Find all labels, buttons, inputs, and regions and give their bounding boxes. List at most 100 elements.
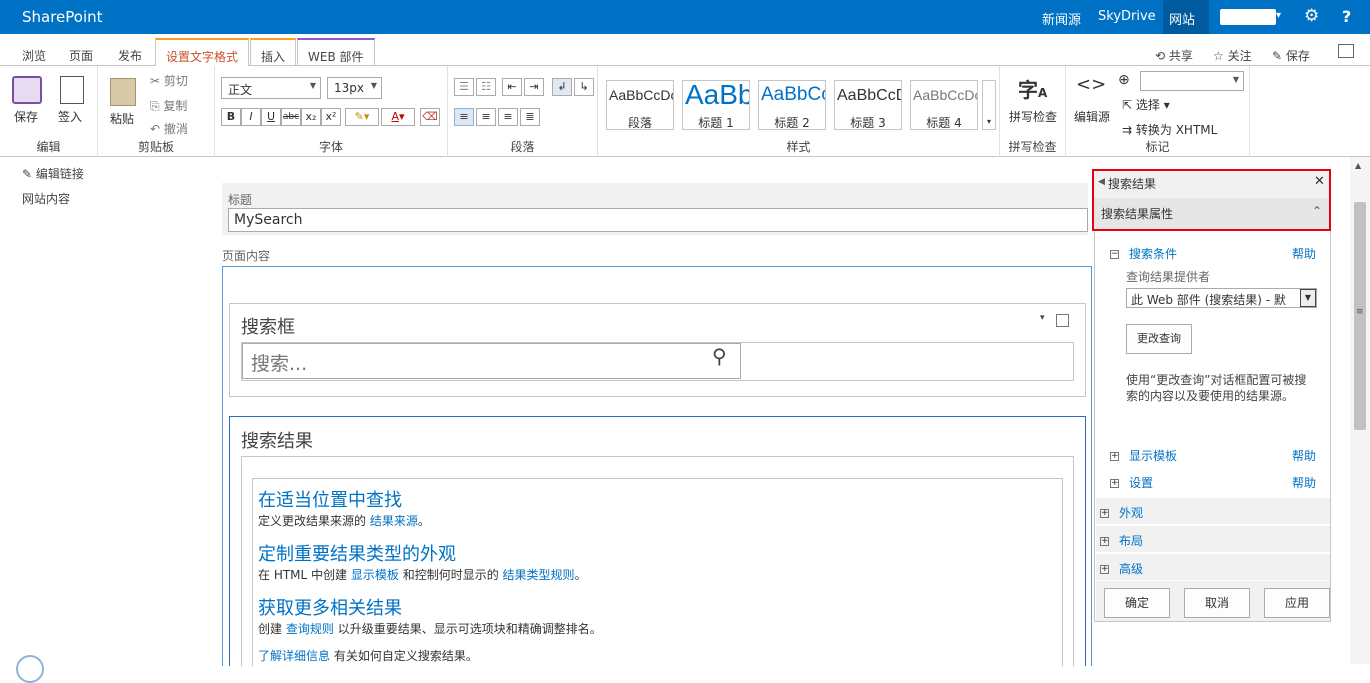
tab-browse[interactable]: 浏览 <box>22 47 46 64</box>
strikethrough-button[interactable]: abc <box>281 108 301 126</box>
tab-format-text[interactable]: 设置文字格式 <box>155 38 250 67</box>
copy-button[interactable]: ⎘ 复制 <box>150 97 187 114</box>
change-query-button[interactable]: 更改查询 <box>1126 324 1192 354</box>
tab-web-part[interactable]: WEB 部件 <box>297 38 375 67</box>
numbered-list-icon[interactable]: ☷ <box>476 78 496 96</box>
tab-insert[interactable]: 插入 <box>250 38 297 67</box>
style-heading-4[interactable]: AaBbCcDc 标题 4 <box>910 80 978 130</box>
webpart-menu-chevron-icon[interactable]: ▾ <box>1040 313 1045 323</box>
settings-toggle[interactable]: + 设置 <box>1110 474 1153 491</box>
help-icon[interactable]: ? <box>1342 7 1351 26</box>
section-appearance[interactable]: + 外观 <box>1096 497 1330 524</box>
search-criteria-toggle[interactable]: − 搜索条件 <box>1110 245 1177 262</box>
result-sources-link[interactable]: 结果来源 <box>370 514 418 528</box>
save-icon[interactable] <box>12 76 42 104</box>
display-templates-link[interactable]: 显示模板 <box>351 568 399 582</box>
user-chevron-icon[interactable]: ▾ <box>1276 10 1281 21</box>
section-advanced[interactable]: + 高级 <box>1096 553 1330 580</box>
paste-label[interactable]: 粘贴 <box>110 110 134 127</box>
chevron-down-icon[interactable]: ▼ <box>1300 289 1316 307</box>
share-button[interactable]: ⟲ 共享 <box>1155 47 1193 64</box>
paste-icon[interactable] <box>110 78 136 106</box>
section-layout[interactable]: + 布局 <box>1096 525 1330 552</box>
collapse-up-icon[interactable]: ⌃ <box>1312 204 1322 218</box>
newsfeed-link[interactable]: 新闻源 <box>1042 9 1081 28</box>
focus-content-icon[interactable] <box>1338 44 1354 58</box>
tab-page[interactable]: 页面 <box>69 47 93 64</box>
align-center-icon[interactable]: ≡ <box>476 108 496 126</box>
collapse-left-icon[interactable]: ◀ <box>1098 177 1105 187</box>
edit-source-icon[interactable]: <> <box>1076 74 1106 95</box>
increase-indent-icon[interactable]: ⇥ <box>524 78 544 96</box>
webpart-select-checkbox[interactable] <box>1056 314 1069 327</box>
plus-icon: + <box>1100 508 1109 518</box>
font-color-button[interactable]: A▾ <box>381 108 415 126</box>
italic-button[interactable]: I <box>241 108 261 126</box>
suite-bar: SharePoint 新闻源 SkyDrive 网站 ▾ ⚙ ? <box>0 0 1370 34</box>
clear-format-icon[interactable]: ⌫ <box>420 108 440 126</box>
edit-links-button[interactable]: ✎ 编辑链接 <box>22 165 84 182</box>
style-heading-3[interactable]: AaBbCcD 标题 3 <box>834 80 902 130</box>
result-heading-2[interactable]: 定制重要结果类型的外观 <box>258 540 456 566</box>
checkin-label[interactable]: 签入 <box>58 108 82 125</box>
result-heading-3[interactable]: 获取更多相关结果 <box>258 594 402 620</box>
style-heading-2[interactable]: AaBbCc 标题 2 <box>758 80 826 130</box>
align-right-icon[interactable]: ≡ <box>498 108 518 126</box>
markup-style-select[interactable]: ▼ <box>1140 71 1244 91</box>
language-icon[interactable]: ⊕ <box>1118 72 1130 88</box>
scroll-up-icon[interactable]: ▲ <box>1355 161 1361 170</box>
align-justify-icon[interactable]: ≣ <box>520 108 540 126</box>
criteria-help-link[interactable]: 帮助 <box>1292 245 1316 262</box>
underline-button[interactable]: U <box>261 108 281 126</box>
style-paragraph[interactable]: AaBbCcDc 段落 <box>606 80 674 130</box>
display-templates-help-link[interactable]: 帮助 <box>1292 447 1316 464</box>
display-templates-toggle[interactable]: + 显示模板 <box>1110 447 1177 464</box>
result-type-rules-link[interactable]: 结果类型规则 <box>503 568 575 582</box>
style-heading-1[interactable]: AaBb 标题 1 <box>682 80 750 130</box>
search-icon[interactable]: ⚲ <box>712 344 727 368</box>
cancel-button[interactable]: 取消 <box>1184 588 1250 618</box>
close-icon[interactable]: ✕ <box>1314 174 1325 189</box>
cut-button[interactable]: ✂ 剪切 <box>150 72 188 89</box>
rtl-icon[interactable]: ↳ <box>574 78 594 96</box>
settings-gear-icon[interactable]: ⚙ <box>1304 6 1319 26</box>
learn-more-link[interactable]: 了解详细信息 <box>258 649 330 663</box>
bullet-list-icon[interactable]: ☰ <box>454 78 474 96</box>
ok-button[interactable]: 确定 <box>1104 588 1170 618</box>
save-page-button[interactable]: ✎ 保存 <box>1272 47 1310 64</box>
styles-more-icon[interactable]: ▾ <box>982 80 996 130</box>
title-input[interactable]: MySearch <box>228 208 1088 232</box>
apply-button[interactable]: 应用 <box>1264 588 1330 618</box>
user-name-box[interactable] <box>1220 9 1276 25</box>
skydrive-link[interactable]: SkyDrive <box>1098 9 1156 24</box>
font-name-select[interactable]: 正文 ▼ <box>221 77 321 99</box>
site-contents-link[interactable]: 网站内容 <box>22 190 84 207</box>
edit-source-button[interactable]: 编辑源 <box>1074 108 1110 125</box>
subscript-button[interactable]: x₂ <box>301 108 321 126</box>
search-input[interactable]: 搜索... <box>242 343 741 379</box>
checkin-icon[interactable] <box>60 76 84 104</box>
settings-help-link[interactable]: 帮助 <box>1292 474 1316 491</box>
chevron-down-icon: ▼ <box>309 81 316 90</box>
save-ribbon-label[interactable]: 保存 <box>14 108 38 125</box>
select-button[interactable]: ⇱ 选择 ▾ <box>1122 96 1170 113</box>
result-heading-1[interactable]: 在适当位置中查找 <box>258 486 402 512</box>
provider-select[interactable]: 此 Web 部件 (搜索结果) - 默 <box>1126 288 1317 308</box>
bold-button[interactable]: B <box>221 108 241 126</box>
brand-logo[interactable]: SharePoint <box>22 8 103 26</box>
query-rules-link[interactable]: 查询规则 <box>286 622 334 636</box>
spelling-icon[interactable]: 字A <box>1018 74 1047 103</box>
spelling-button[interactable]: 拼写检查 <box>1009 108 1057 125</box>
highlight-color-button[interactable]: ✎▾ <box>345 108 379 126</box>
superscript-button[interactable]: x² <box>321 108 341 126</box>
sites-link-active[interactable]: 网站 <box>1163 0 1209 34</box>
undo-button[interactable]: ↶ 撤消 <box>150 120 188 137</box>
tab-publish[interactable]: 发布 <box>118 47 142 64</box>
convert-xhtml-button[interactable]: ⇉ 转换为 XHTML <box>1122 121 1217 138</box>
ltr-icon[interactable]: ↲ <box>552 78 572 96</box>
decrease-indent-icon[interactable]: ⇤ <box>502 78 522 96</box>
page-scrollbar[interactable]: ▲ ≡ <box>1350 157 1370 664</box>
follow-button[interactable]: ☆ 关注 <box>1213 47 1252 64</box>
align-left-icon[interactable]: ≡ <box>454 108 474 126</box>
font-size-select[interactable]: 13px ▼ <box>327 77 382 99</box>
